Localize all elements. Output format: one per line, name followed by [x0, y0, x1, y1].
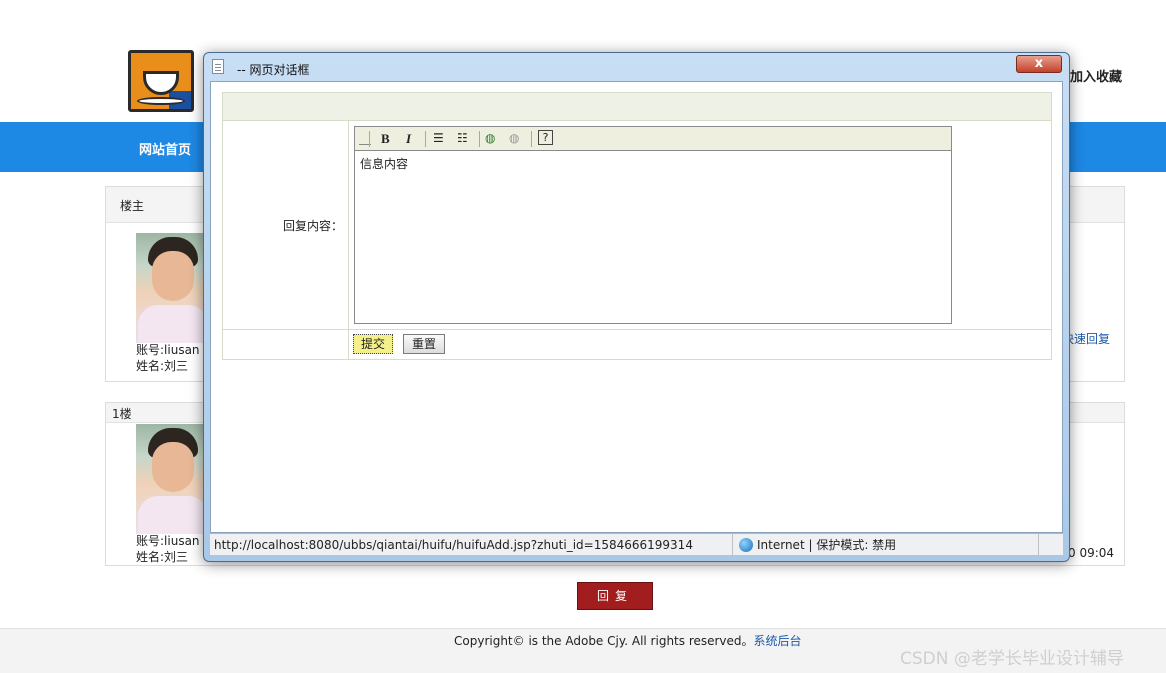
- zone-text: Internet | 保护模式: 禁用: [757, 538, 897, 552]
- editor-text[interactable]: 信息内容: [355, 151, 951, 176]
- admin-link[interactable]: 系统后台: [754, 634, 802, 648]
- copyright-text: Copyright© is the Adobe Cjy. All rights …: [454, 634, 754, 648]
- account-label: 账号:: [136, 534, 165, 548]
- name-label: 姓名:: [136, 359, 165, 373]
- reply-content-label: 回复内容：: [283, 219, 344, 233]
- dialog-content: 回复内容： ⎽ B I ☰ ☷ ◍ ◍ ? 信息内容 提交 重置: [210, 81, 1063, 533]
- submit-button[interactable]: 提交: [353, 334, 393, 354]
- avatar: [136, 424, 206, 534]
- unordered-list-icon[interactable]: ☷: [457, 130, 468, 147]
- nav-home-link[interactable]: 网站首页: [139, 139, 191, 158]
- globe-icon: [739, 538, 753, 552]
- status-url: http://localhost:8080/ubbs/qiantai/huifu…: [214, 538, 693, 552]
- post-time: 0 09:04: [1068, 546, 1115, 560]
- dialog-titlebar[interactable]: -- 网页对话框 x: [204, 53, 1069, 81]
- status-cell: [1038, 534, 1039, 556]
- italic-button[interactable]: I: [406, 130, 411, 147]
- post-user-info: 账号:liusan 姓名:刘三: [136, 533, 200, 565]
- help-icon[interactable]: ?: [538, 130, 553, 145]
- bold-button[interactable]: B: [381, 130, 390, 147]
- account-value: liusan: [164, 534, 200, 548]
- close-button[interactable]: x: [1016, 55, 1062, 73]
- page: 加入收藏 网站首页 楼主 账号:liusan 姓名:刘三 快速回复 1楼 账号:…: [0, 0, 1166, 673]
- reply-form: 回复内容： ⎽ B I ☰ ☷ ◍ ◍ ? 信息内容 提交 重置: [222, 92, 1052, 360]
- name-value: 刘三: [164, 550, 189, 564]
- copyright: Copyright© is the Adobe Cjy. All rights …: [454, 632, 802, 649]
- ordered-list-icon[interactable]: ☰: [433, 130, 444, 147]
- account-value: liusan: [164, 343, 200, 357]
- rich-text-editor[interactable]: ⎽ B I ☰ ☷ ◍ ◍ ? 信息内容: [354, 126, 952, 324]
- add-favorite-link[interactable]: 加入收藏: [1070, 66, 1122, 85]
- remove-link-icon[interactable]: ◍: [509, 130, 519, 147]
- web-dialog: -- 网页对话框 x 回复内容： ⎽ B I ☰ ☷ ◍ ◍ ? 信息内容 提交…: [203, 52, 1070, 562]
- account-label: 账号:: [136, 343, 165, 357]
- content-row: 回复内容： ⎽ B I ☰ ☷ ◍ ◍ ? 信息内容: [223, 121, 1051, 330]
- insert-link-icon[interactable]: ◍: [485, 130, 495, 147]
- avatar: [136, 233, 206, 343]
- site-logo: [128, 50, 194, 112]
- post-user-info: 账号:liusan 姓名:刘三: [136, 342, 200, 374]
- watermark: CSDN @老学长毕业设计辅导: [900, 649, 1124, 669]
- security-zone: Internet | 保护模式: 禁用: [732, 534, 896, 556]
- name-label: 姓名:: [136, 550, 165, 564]
- reset-button[interactable]: 重置: [403, 334, 445, 354]
- status-bar: http://localhost:8080/ubbs/qiantai/huifu…: [210, 533, 1063, 556]
- dialog-title: -- 网页对话框: [237, 63, 310, 77]
- editor-toolbar: ⎽ B I ☰ ☷ ◍ ◍ ?: [355, 127, 951, 151]
- button-row: 提交 重置: [223, 330, 1051, 359]
- form-header-row: [223, 93, 1051, 121]
- reply-button[interactable]: 回复: [577, 582, 653, 610]
- document-icon: [212, 59, 224, 74]
- name-value: 刘三: [164, 359, 189, 373]
